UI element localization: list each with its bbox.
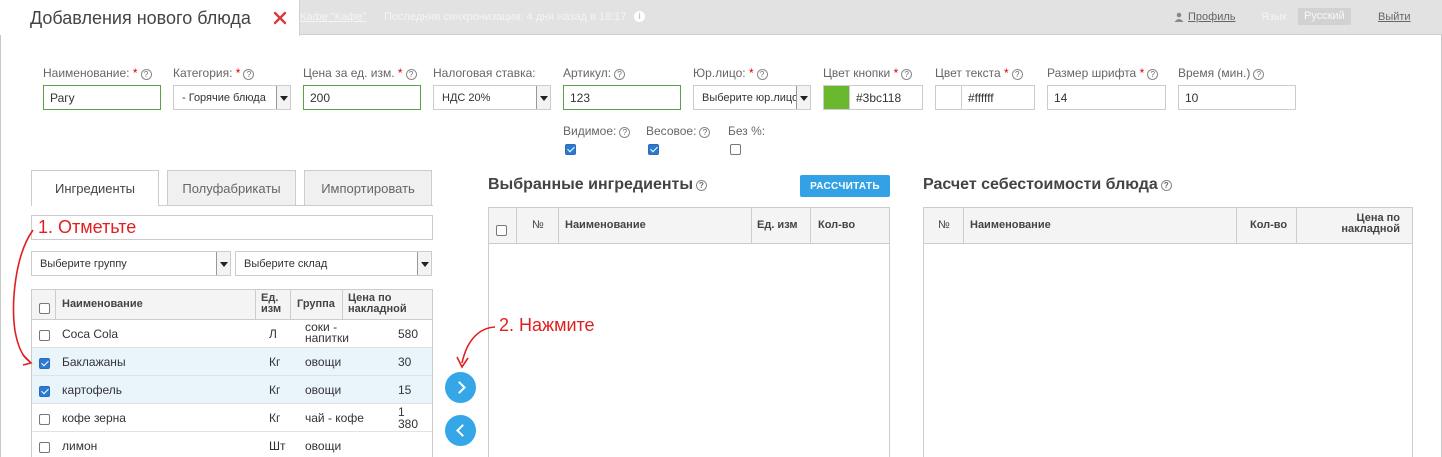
top-bar: Добавления нового блюда Кафе "Кафе" Посл… — [0, 0, 1442, 36]
info-icon[interactable]: i — [634, 11, 645, 22]
sync-status: Последняя синхронизация: 4 дня назад в 1… — [384, 11, 627, 23]
annotation-arrows — [12, 229, 496, 369]
page-title-tab: Добавления нового блюда — [0, 0, 300, 36]
cafe-link[interactable]: Кафе "Кафе" — [300, 11, 366, 23]
page-title: Добавления нового блюда — [30, 8, 251, 28]
language-label: Язык — [1261, 11, 1287, 23]
language-select[interactable]: Русский — [1298, 8, 1351, 25]
content-frame: Наименование: *? Категория: *? Цена за е… — [0, 35, 1442, 457]
logout-link[interactable]: Выйти — [1378, 11, 1411, 23]
close-icon[interactable] — [272, 10, 288, 26]
profile-link[interactable]: Профиль — [1188, 11, 1236, 23]
user-icon — [1174, 12, 1184, 22]
